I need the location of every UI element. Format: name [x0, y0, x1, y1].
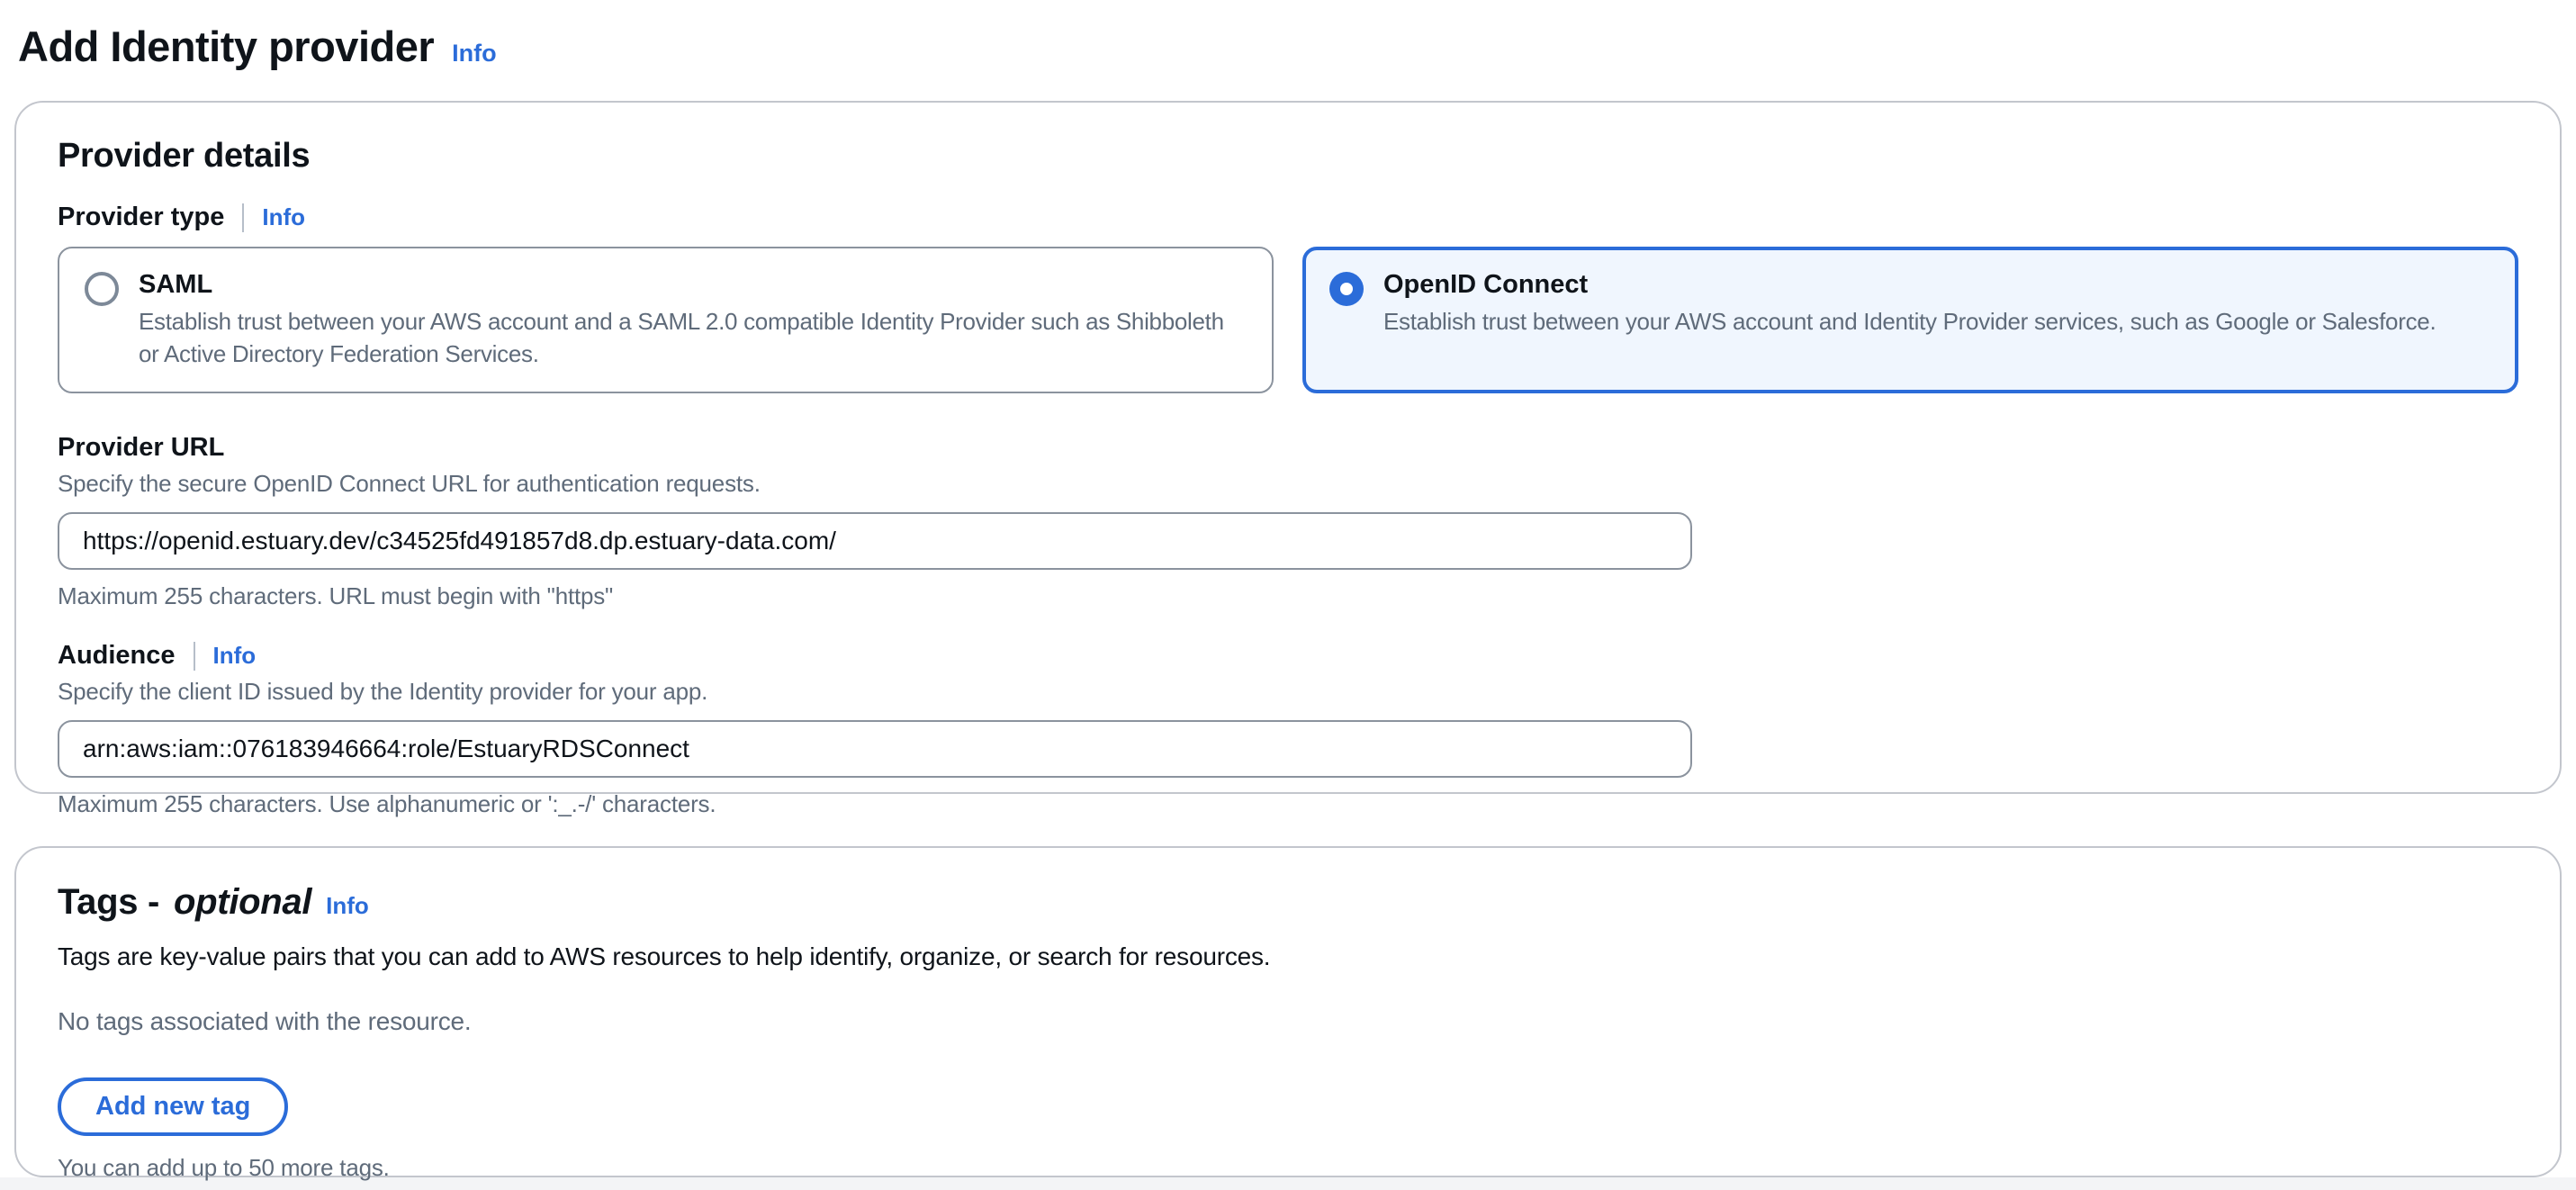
- tile-saml-description: Establish trust between your AWS account…: [139, 305, 1247, 370]
- tile-saml[interactable]: SAML Establish trust between your AWS ac…: [58, 247, 1274, 393]
- audience-label: Audience: [58, 641, 176, 671]
- page-title-info-link[interactable]: Info: [452, 40, 496, 68]
- tags-heading: Tags - optional Info: [58, 882, 2518, 923]
- label-info-divider: [194, 642, 195, 671]
- audience-info-link[interactable]: Info: [213, 642, 257, 670]
- tags-empty-text: No tags associated with the resource.: [58, 1007, 2518, 1036]
- tags-heading-text: Tags -: [58, 882, 159, 923]
- provider-type-label: Provider type: [58, 203, 224, 232]
- provider-type-tiles: SAML Establish trust between your AWS ac…: [58, 247, 2518, 393]
- tile-openid-description: Establish trust between your AWS account…: [1383, 305, 2436, 338]
- label-info-divider: [242, 203, 244, 232]
- provider-details-panel: Provider details Provider type Info SAML…: [14, 101, 2562, 794]
- tags-info-link[interactable]: Info: [326, 892, 369, 920]
- provider-url-label-row: Provider URL: [58, 433, 2518, 463]
- provider-type-label-row: Provider type Info: [58, 203, 2518, 232]
- tile-saml-content: SAML Establish trust between your AWS ac…: [139, 270, 1247, 370]
- tags-heading-optional: optional: [174, 882, 311, 923]
- radio-openid-selected-icon[interactable]: [1329, 272, 1364, 306]
- provider-url-field: Provider URL Specify the secure OpenID C…: [58, 433, 2518, 610]
- provider-url-input[interactable]: [58, 512, 1692, 570]
- page-header: Add Identity provider Info: [0, 0, 2576, 101]
- tile-openid-content: OpenID Connect Establish trust between y…: [1383, 270, 2436, 338]
- tile-openid-title: OpenID Connect: [1383, 270, 2436, 300]
- audience-constraint: Maximum 255 characters. Use alphanumeric…: [58, 790, 2518, 818]
- provider-url-constraint: Maximum 255 characters. URL must begin w…: [58, 582, 2518, 610]
- tags-panel: Tags - optional Info Tags are key-value …: [14, 846, 2562, 1177]
- audience-label-row: Audience Info: [58, 641, 2518, 671]
- tile-openid-connect[interactable]: OpenID Connect Establish trust between y…: [1302, 247, 2518, 393]
- tile-saml-title: SAML: [139, 270, 1247, 300]
- radio-saml-unselected-icon[interactable]: [85, 272, 119, 306]
- page-title: Add Identity provider: [18, 22, 434, 71]
- provider-url-label: Provider URL: [58, 433, 224, 463]
- provider-type-info-link[interactable]: Info: [262, 203, 305, 231]
- provider-details-heading: Provider details: [58, 137, 2518, 176]
- audience-input[interactable]: [58, 720, 1692, 778]
- add-new-tag-button[interactable]: Add new tag: [58, 1077, 288, 1136]
- provider-url-description: Specify the secure OpenID Connect URL fo…: [58, 470, 2518, 498]
- audience-description: Specify the client ID issued by the Iden…: [58, 678, 2518, 706]
- audience-field: Audience Info Specify the client ID issu…: [58, 641, 2518, 818]
- tags-description: Tags are key-value pairs that you can ad…: [58, 942, 2518, 971]
